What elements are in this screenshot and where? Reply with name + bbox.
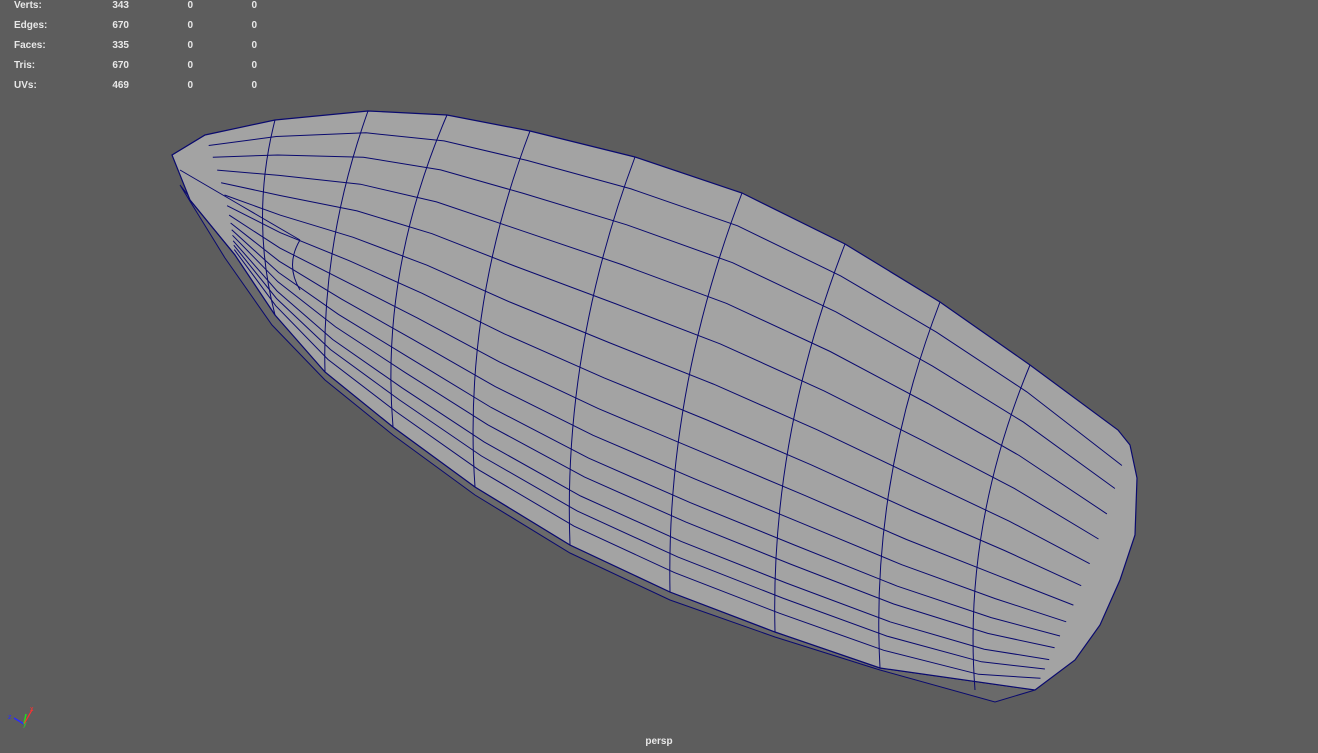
axis-gizmo-icon: z y x (8, 706, 34, 728)
3d-viewport[interactable] (0, 0, 1318, 753)
axis-y-label: y (23, 721, 27, 728)
axis-z-label: z (8, 714, 12, 721)
mesh-object[interactable] (171, 110, 1138, 691)
axis-x-label: x (30, 706, 34, 713)
camera-name-label: persp (645, 736, 673, 747)
